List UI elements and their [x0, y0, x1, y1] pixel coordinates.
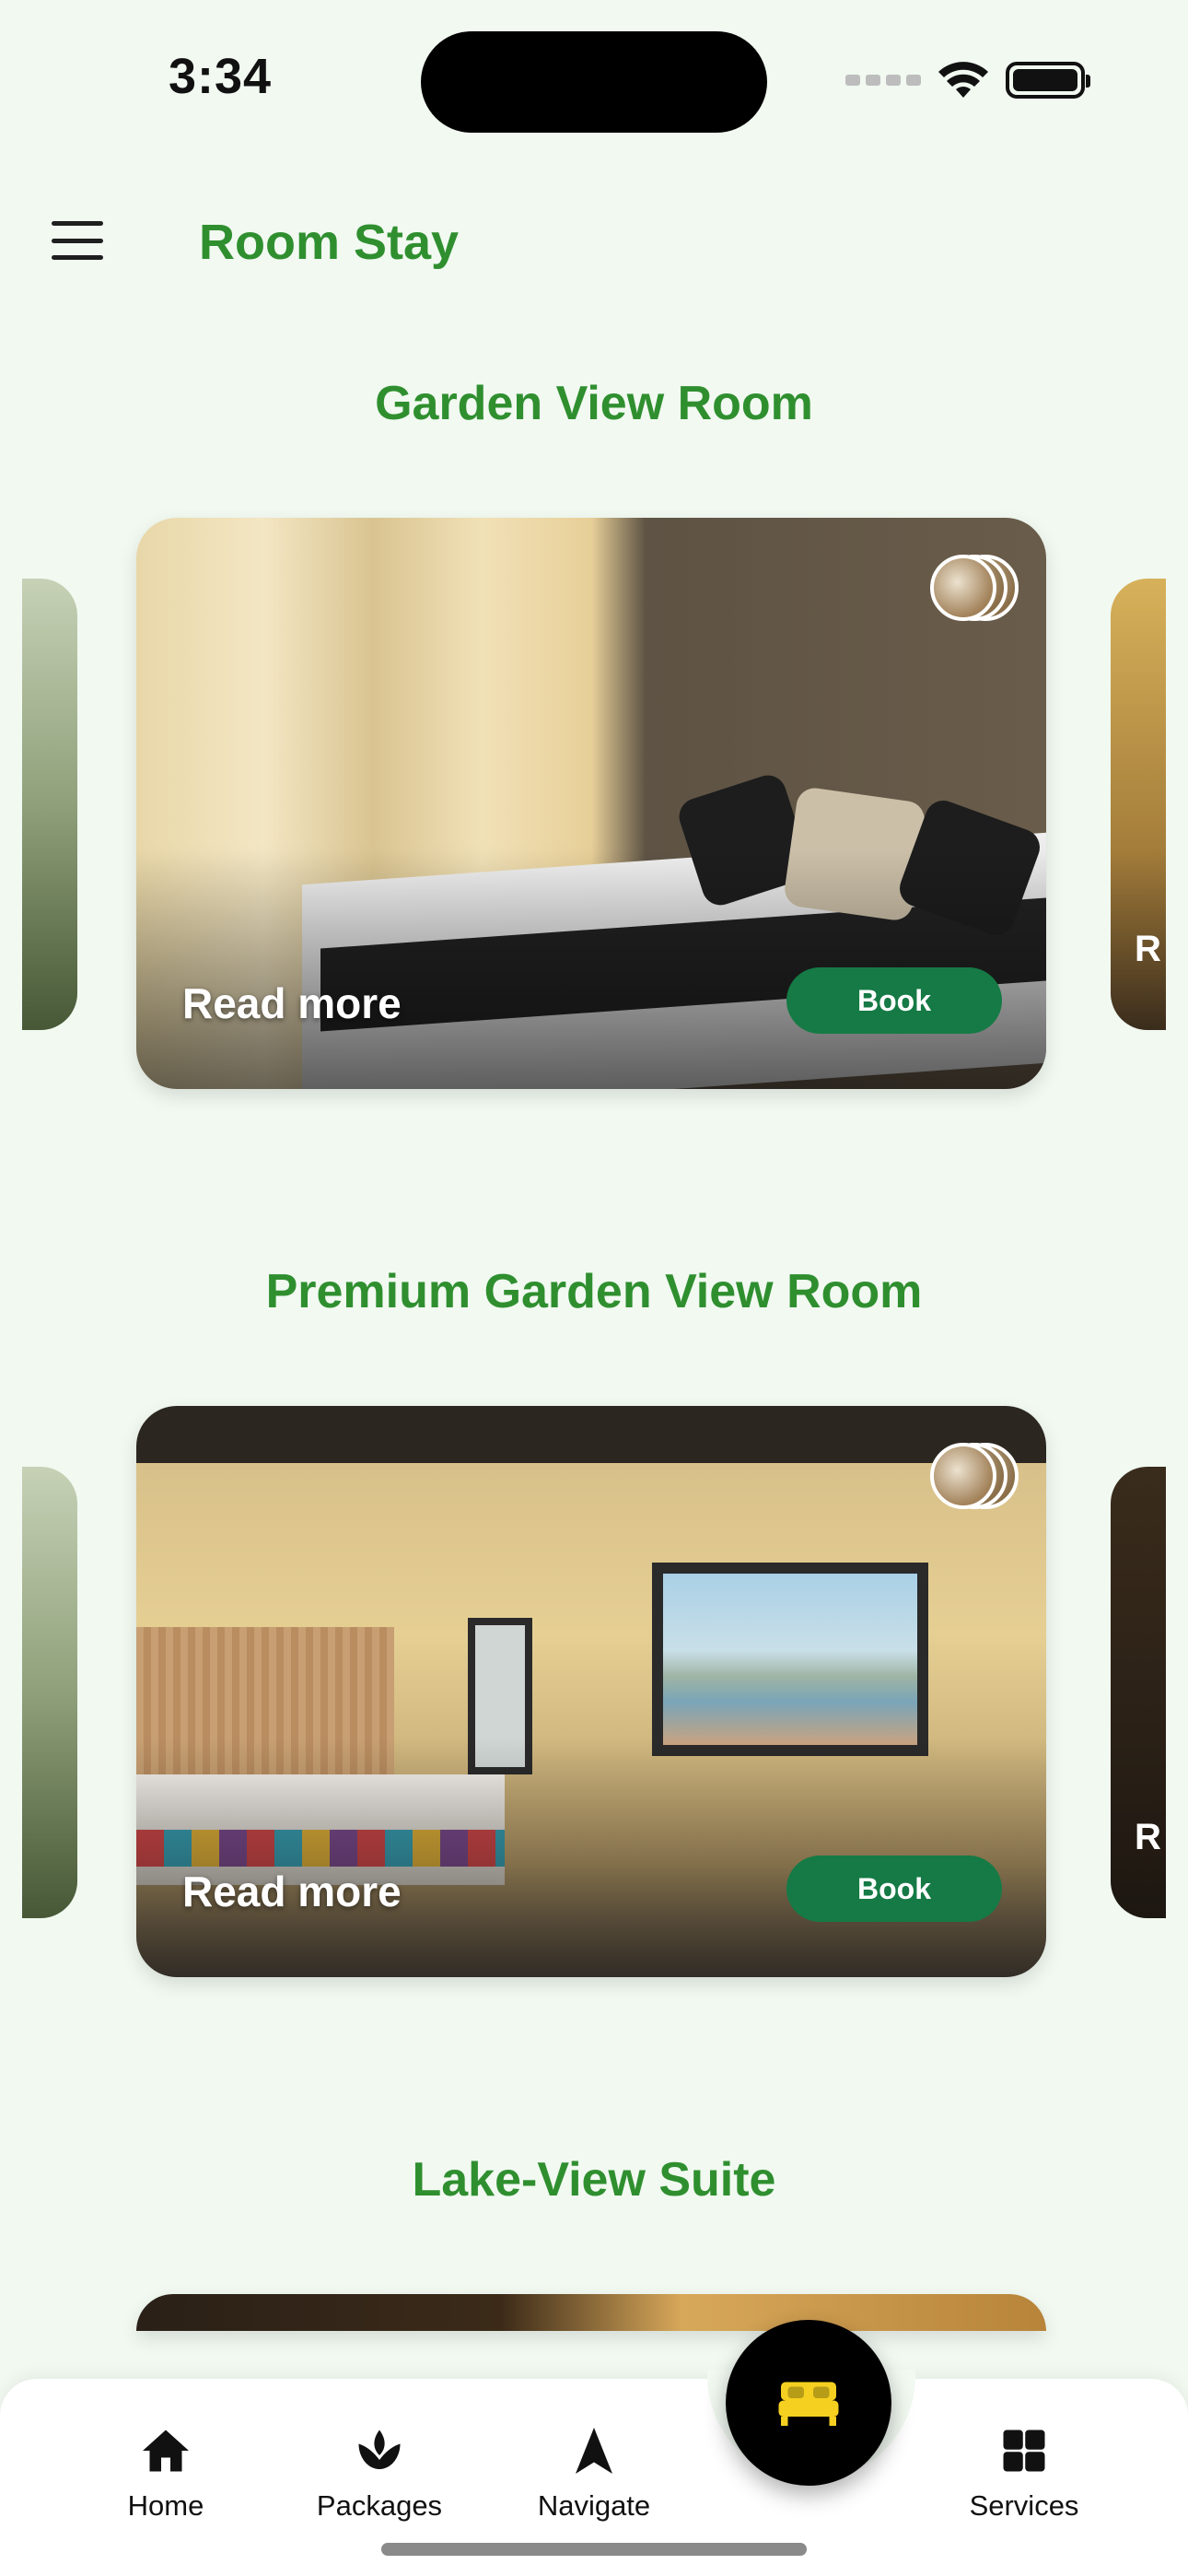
status-icons: [845, 57, 1090, 103]
room-title-premium-garden-view: Premium Garden View Room: [265, 1265, 923, 1318]
nav-item-home[interactable]: Home: [74, 2423, 258, 2523]
book-button[interactable]: Book: [786, 967, 1002, 1034]
gallery-thumbnails[interactable]: [930, 555, 1019, 621]
carousel-prev-card[interactable]: [22, 1467, 77, 1918]
lotus-icon: [358, 2430, 401, 2469]
hamburger-menu-icon[interactable]: [52, 221, 103, 260]
read-more-link[interactable]: Read more: [182, 1867, 402, 1916]
home-indicator: [381, 2543, 807, 2556]
next-card-label: R: [1135, 929, 1161, 969]
nav-label-services: Services: [969, 2489, 1079, 2522]
room-photo-window: [652, 1563, 928, 1756]
home-icon: [143, 2430, 189, 2472]
nav-item-services[interactable]: Services: [932, 2423, 1116, 2523]
carousel-prev-card[interactable]: [22, 579, 77, 1030]
book-button[interactable]: Book: [786, 1856, 1002, 1922]
room-title-lake-view-suite: Lake-View Suite: [412, 2153, 776, 2207]
room-card-garden-view[interactable]: Read more Book: [136, 518, 1046, 1089]
room-title-garden-view: Garden View Room: [375, 377, 813, 430]
room-card-lake-view-suite[interactable]: [136, 2294, 1046, 2331]
cellular-signal-icon: [845, 75, 921, 86]
carousel-next-card[interactable]: R: [1111, 1467, 1166, 1918]
gallery-thumbnails[interactable]: [930, 1443, 1019, 1509]
read-more-link[interactable]: Read more: [182, 978, 402, 1028]
bed-icon: [778, 2382, 839, 2426]
dynamic-island: [421, 31, 767, 133]
nav-item-packages[interactable]: Packages: [287, 2423, 472, 2523]
status-time: 3:34: [169, 49, 273, 104]
room-stay-fab[interactable]: [726, 2320, 891, 2486]
next-card-label: R: [1135, 1817, 1161, 1857]
nav-item-navigate[interactable]: Navigate: [502, 2423, 686, 2523]
grid-icon: [1003, 2430, 1045, 2472]
battery-icon: [1006, 62, 1090, 99]
page-title: Room Stay: [199, 215, 460, 270]
nav-label-home: Home: [127, 2489, 204, 2522]
navigation-arrow-icon: [576, 2428, 612, 2474]
nav-label-navigate: Navigate: [537, 2489, 651, 2522]
carousel-next-card[interactable]: R: [1111, 579, 1166, 1030]
room-card-premium-garden-view[interactable]: Read more Book: [136, 1406, 1046, 1977]
wifi-icon: [938, 62, 988, 98]
nav-label-packages: Packages: [316, 2489, 443, 2522]
room-stay-screen: 3:34 Room Stay Garden View Room R Read m…: [0, 0, 1188, 2576]
